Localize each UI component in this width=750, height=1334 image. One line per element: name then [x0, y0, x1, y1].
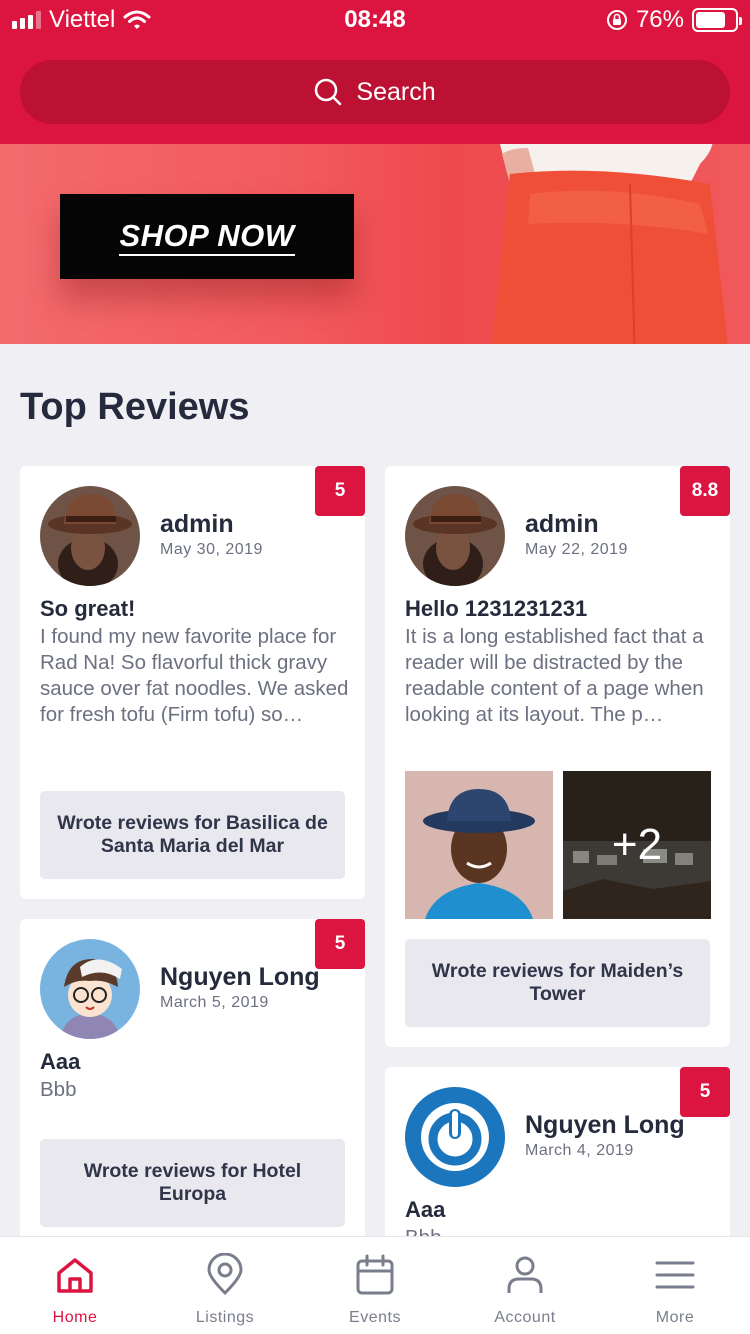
review-title: So great! — [40, 596, 136, 621]
review-title: Hello 1231231231 — [405, 596, 588, 621]
tab-more[interactable]: More — [600, 1237, 750, 1334]
app-header: Viettel 08:48 76% Search — [0, 0, 750, 144]
review-date: March 4, 2019 — [525, 1142, 634, 1159]
bottom-tab-bar: Home Listings Events Account More — [0, 1236, 750, 1334]
tab-events[interactable]: Events — [300, 1237, 450, 1334]
tab-label: Events — [349, 1309, 401, 1326]
review-title: Aaa — [405, 1197, 446, 1222]
map-pin-icon — [207, 1253, 243, 1296]
author-name[interactable]: Nguyen Long — [160, 963, 320, 992]
orientation-lock-icon — [606, 10, 627, 30]
review-photo[interactable]: +2 — [563, 771, 711, 919]
menu-icon — [655, 1261, 695, 1289]
review-date: March 5, 2019 — [160, 994, 269, 1011]
review-date: May 30, 2019 — [160, 541, 263, 558]
banner-model-image — [492, 144, 728, 344]
user-icon — [507, 1256, 543, 1293]
score-badge: 8.8 — [680, 466, 730, 516]
review-text: It is a long established fact that a rea… — [405, 625, 704, 726]
calendar-icon — [356, 1254, 394, 1295]
section-title: Top Reviews — [20, 386, 250, 428]
search-icon — [315, 78, 342, 106]
score-badge: 5 — [315, 466, 365, 516]
more-photos-count[interactable]: +2 — [563, 771, 711, 919]
battery-percent: 76% — [635, 6, 684, 33]
review-card[interactable]: 8.8 admin May 22, 2019 Hello 1231231231 … — [385, 466, 730, 1047]
tab-label: Home — [52, 1309, 98, 1326]
review-text: I found my new favorite place for Rad Na… — [40, 625, 349, 726]
tab-label: More — [655, 1309, 695, 1326]
status-bar: Viettel 08:48 76% — [0, 0, 750, 42]
review-date: May 22, 2019 — [525, 541, 628, 558]
home-icon — [57, 1258, 93, 1293]
author-name[interactable]: admin — [525, 510, 599, 539]
avatar[interactable] — [405, 1087, 505, 1187]
wrote-review-link[interactable]: Wrote reviews for Hotel Europa — [40, 1139, 345, 1227]
tab-label: Account — [494, 1309, 556, 1326]
wrote-review-link[interactable]: Wrote reviews for Maiden’s Tower — [405, 939, 710, 1027]
score-badge: 5 — [315, 919, 365, 969]
review-text: Bbb — [40, 1078, 77, 1101]
author-name[interactable]: Nguyen Long — [525, 1111, 685, 1140]
tab-home[interactable]: Home — [0, 1237, 150, 1334]
avatar[interactable] — [40, 939, 140, 1039]
shop-now-button[interactable]: SHOP NOW — [60, 194, 354, 279]
tab-listings[interactable]: Listings — [150, 1237, 300, 1334]
score-badge: 5 — [680, 1067, 730, 1117]
tab-account[interactable]: Account — [450, 1237, 600, 1334]
battery-icon — [692, 8, 742, 32]
author-name[interactable]: admin — [160, 510, 234, 539]
search-bar[interactable]: Search — [20, 60, 730, 124]
review-photo[interactable] — [405, 771, 553, 919]
search-label: Search — [356, 77, 436, 106]
promo-banner[interactable]: SHOP NOW — [0, 144, 750, 344]
avatar[interactable] — [405, 486, 505, 586]
avatar[interactable] — [40, 486, 140, 586]
review-title: Aaa — [40, 1049, 81, 1074]
wrote-review-link[interactable]: Wrote reviews for Basilica de Santa Mari… — [40, 791, 345, 879]
review-card[interactable]: 5 Nguyen Long March 5, 2019 Aaa Bbb Wrot… — [20, 919, 365, 1249]
tab-label: Listings — [195, 1309, 255, 1326]
review-card[interactable]: 5 admin May 30, 2019 So great! I found m… — [20, 466, 365, 899]
